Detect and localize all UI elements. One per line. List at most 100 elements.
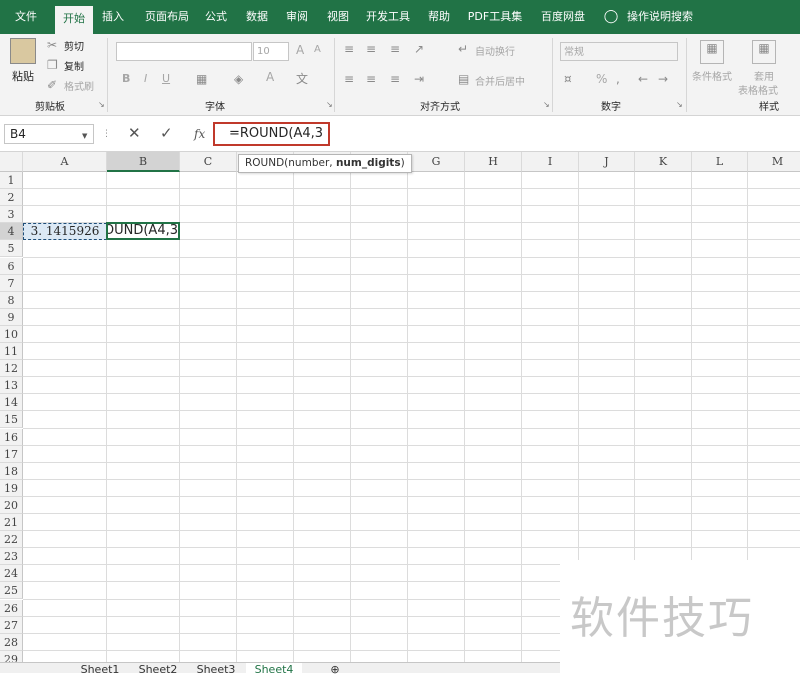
row-header[interactable]: 8 [0, 291, 23, 309]
row-header[interactable]: 27 [0, 616, 23, 634]
bold-button[interactable]: B [122, 72, 130, 85]
dialog-launcher-icon[interactable]: ↘ [98, 100, 105, 109]
align-right-icon[interactable]: ≡ [390, 72, 400, 86]
row-header[interactable]: 3 [0, 206, 23, 224]
align-left-icon[interactable]: ≡ [344, 72, 354, 86]
name-box[interactable]: B4 [4, 124, 94, 144]
row-header[interactable]: 23 [0, 548, 23, 566]
indent-icon[interactable]: ⇥ [414, 72, 424, 86]
tab-data[interactable]: 数据 [240, 0, 274, 34]
font-name-select[interactable] [116, 42, 252, 61]
tab-file[interactable]: 文件 [6, 0, 46, 34]
comma-icon[interactable]: , [616, 72, 620, 86]
row-header[interactable]: 16 [0, 428, 23, 446]
sheet-tab[interactable]: Sheet1 [72, 663, 128, 674]
insert-function-button[interactable]: fx [194, 127, 205, 141]
merge-icon[interactable]: ▤ [458, 72, 469, 86]
align-top-icon[interactable]: ≡ [344, 42, 354, 56]
wrap-text-icon[interactable]: ↵ [458, 42, 468, 56]
align-middle-icon[interactable]: ≡ [366, 42, 376, 56]
paste-button[interactable]: 粘贴 [12, 68, 34, 84]
cancel-button[interactable]: ✕ [128, 126, 141, 141]
font-size-select[interactable]: 10 [253, 42, 289, 61]
select-all-corner[interactable] [0, 152, 23, 172]
tab-insert[interactable]: 插入 [96, 0, 130, 34]
dialog-launcher-icon[interactable]: ↘ [326, 100, 333, 109]
formula-input[interactable]: =ROUND(A4,3 [213, 122, 330, 146]
column-header[interactable]: I [522, 152, 579, 172]
decrease-decimal-icon[interactable]: → [658, 72, 668, 86]
row-header[interactable]: 24 [0, 565, 23, 583]
tell-me-search[interactable]: 操作说明搜索 [624, 0, 696, 34]
row-header[interactable]: 15 [0, 411, 23, 429]
row-header[interactable]: 28 [0, 633, 23, 651]
column-header[interactable]: K [635, 152, 692, 172]
phonetic-icon[interactable]: 文 [296, 72, 308, 86]
sheet-tab-active[interactable]: Sheet4 [246, 663, 302, 674]
copy-button[interactable]: 复制 [64, 58, 84, 73]
row-header[interactable]: 20 [0, 496, 23, 514]
row-header[interactable]: 1 [0, 172, 23, 190]
sheet-tab[interactable]: Sheet2 [130, 663, 186, 674]
add-sheet-icon[interactable]: ⊕ [326, 663, 344, 674]
number-format-select[interactable]: 常规 [560, 42, 678, 61]
row-header[interactable]: 19 [0, 479, 23, 497]
row-header[interactable]: 4 [0, 223, 23, 241]
align-bottom-icon[interactable]: ≡ [390, 42, 400, 56]
tab-developer[interactable]: 开发工具 [361, 0, 415, 34]
column-header[interactable]: A [23, 152, 107, 172]
row-header[interactable]: 12 [0, 360, 23, 378]
row-header[interactable]: 7 [0, 274, 23, 292]
row-header[interactable]: 18 [0, 462, 23, 480]
conditional-format-button[interactable]: 条件格式 [692, 68, 732, 83]
tab-review[interactable]: 审阅 [282, 0, 312, 34]
column-header[interactable]: C [180, 152, 237, 172]
row-header[interactable]: 13 [0, 377, 23, 395]
column-header[interactable]: G [408, 152, 465, 172]
row-header[interactable]: 17 [0, 445, 23, 463]
row-header[interactable]: 11 [0, 343, 23, 361]
currency-icon[interactable]: ¤ [564, 72, 572, 86]
increase-decimal-icon[interactable]: ← [638, 72, 648, 86]
row-header[interactable]: 25 [0, 582, 23, 600]
tab-help[interactable]: 帮助 [422, 0, 456, 34]
tab-pdf[interactable]: PDF工具集 [464, 0, 526, 34]
tab-baidu[interactable]: 百度网盘 [534, 0, 592, 34]
cut-icon[interactable]: ✂ [47, 38, 57, 52]
font-color-button[interactable]: A [266, 70, 274, 84]
format-table-button[interactable]: 套用 [754, 68, 774, 83]
enter-button[interactable]: ✓ [160, 126, 173, 141]
row-header[interactable]: 6 [0, 257, 23, 275]
row-header[interactable]: 26 [0, 599, 23, 617]
tab-home[interactable]: 开始 [55, 6, 93, 34]
fill-color-icon[interactable]: ◈ [234, 72, 243, 86]
column-header[interactable]: B [107, 152, 180, 172]
decrease-font-icon[interactable]: A [314, 44, 321, 55]
row-header[interactable]: 2 [0, 189, 23, 207]
copy-icon[interactable]: ❐ [47, 58, 58, 72]
cell-a4[interactable]: 3. 1415926 [23, 223, 107, 241]
borders-icon[interactable]: ▦ [196, 72, 207, 86]
wrap-text-button[interactable]: 自动换行 [475, 43, 515, 58]
more-options-icon[interactable]: ⋮ [102, 127, 111, 141]
row-header[interactable]: 21 [0, 514, 23, 532]
row-header[interactable]: 22 [0, 531, 23, 549]
format-painter-button[interactable]: 格式刷 [64, 78, 94, 93]
dialog-launcher-icon[interactable]: ↘ [676, 100, 683, 109]
conditional-format-icon[interactable]: ▦ [700, 40, 724, 64]
dialog-launcher-icon[interactable]: ↘ [543, 100, 550, 109]
tab-page-layout[interactable]: 页面布局 [138, 0, 196, 34]
chevron-down-icon[interactable]: ▼ [82, 129, 87, 143]
row-header[interactable]: 14 [0, 394, 23, 412]
paste-icon[interactable] [10, 38, 36, 64]
row-header[interactable]: 10 [0, 325, 23, 343]
italic-button[interactable]: I [144, 72, 147, 85]
row-header[interactable]: 5 [0, 240, 23, 258]
merge-center-button[interactable]: 合并后居中 [475, 73, 525, 88]
format-table-icon[interactable]: ▦ [752, 40, 776, 64]
cut-button[interactable]: 剪切 [64, 38, 84, 53]
format-table-button-line2[interactable]: 表格格式 [738, 82, 778, 97]
column-header[interactable]: L [692, 152, 748, 172]
orientation-icon[interactable]: ↗ [414, 42, 424, 56]
column-header[interactable]: H [465, 152, 522, 172]
